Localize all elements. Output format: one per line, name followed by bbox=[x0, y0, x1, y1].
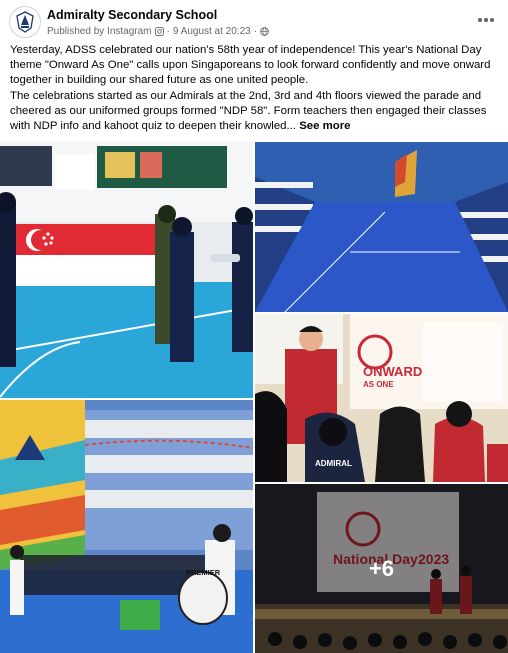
more-photos-overlay[interactable]: +6 bbox=[255, 484, 508, 653]
school-crest-icon bbox=[16, 11, 34, 33]
author-name[interactable]: Admiralty Secondary School bbox=[47, 8, 217, 22]
meta-separator: · bbox=[253, 26, 258, 37]
photo3-board-line1: ONWARD bbox=[363, 364, 422, 379]
post-paragraph-1: Yesterday, ADSS celebrated our nation's … bbox=[10, 44, 491, 87]
more-options-button[interactable] bbox=[476, 13, 496, 27]
post-meta: Published by Instagram · 9 August at 20:… bbox=[47, 26, 269, 37]
published-via: Published by Instagram bbox=[47, 26, 152, 37]
photo-parade-aerial[interactable] bbox=[255, 142, 508, 312]
post-header: Admiralty Secondary School Published by … bbox=[0, 0, 508, 42]
photo3-shirt-text: ADMIRAL bbox=[315, 459, 352, 468]
instagram-icon bbox=[154, 27, 164, 36]
photo-band-performance-image: PREMIER bbox=[0, 400, 253, 653]
see-more-link[interactable]: See more bbox=[299, 120, 350, 132]
globe-icon bbox=[260, 27, 269, 36]
photo-band-performance[interactable]: PREMIER bbox=[0, 400, 253, 653]
meta-separator: · bbox=[166, 26, 170, 37]
photo-classroom-image: ONWARD AS ONE ADMIRAL bbox=[255, 314, 508, 482]
photo-flag-bearers-image bbox=[0, 142, 253, 398]
photo4-drum-text: PREMIER bbox=[186, 568, 221, 577]
more-photos-count: +6 bbox=[368, 555, 395, 581]
photo-national-day-hall[interactable]: National Day 2023 +6 bbox=[255, 484, 508, 653]
post-text: Yesterday, ADSS celebrated our nation's … bbox=[10, 43, 502, 134]
post-date[interactable]: 9 August at 20:23 bbox=[173, 26, 251, 37]
photo-gallery: ONWARD AS ONE ADMIRAL PREMIER National D… bbox=[0, 142, 508, 653]
post-paragraph-2: The celebrations started as our Admirals… bbox=[10, 89, 487, 133]
photo-flag-bearers[interactable] bbox=[0, 142, 253, 398]
photo-parade-aerial-image bbox=[255, 142, 508, 312]
photo3-board-line2: AS ONE bbox=[363, 380, 394, 389]
more-options-icon bbox=[478, 18, 482, 22]
photo-classroom[interactable]: ONWARD AS ONE ADMIRAL bbox=[255, 314, 508, 482]
avatar[interactable] bbox=[9, 6, 41, 38]
